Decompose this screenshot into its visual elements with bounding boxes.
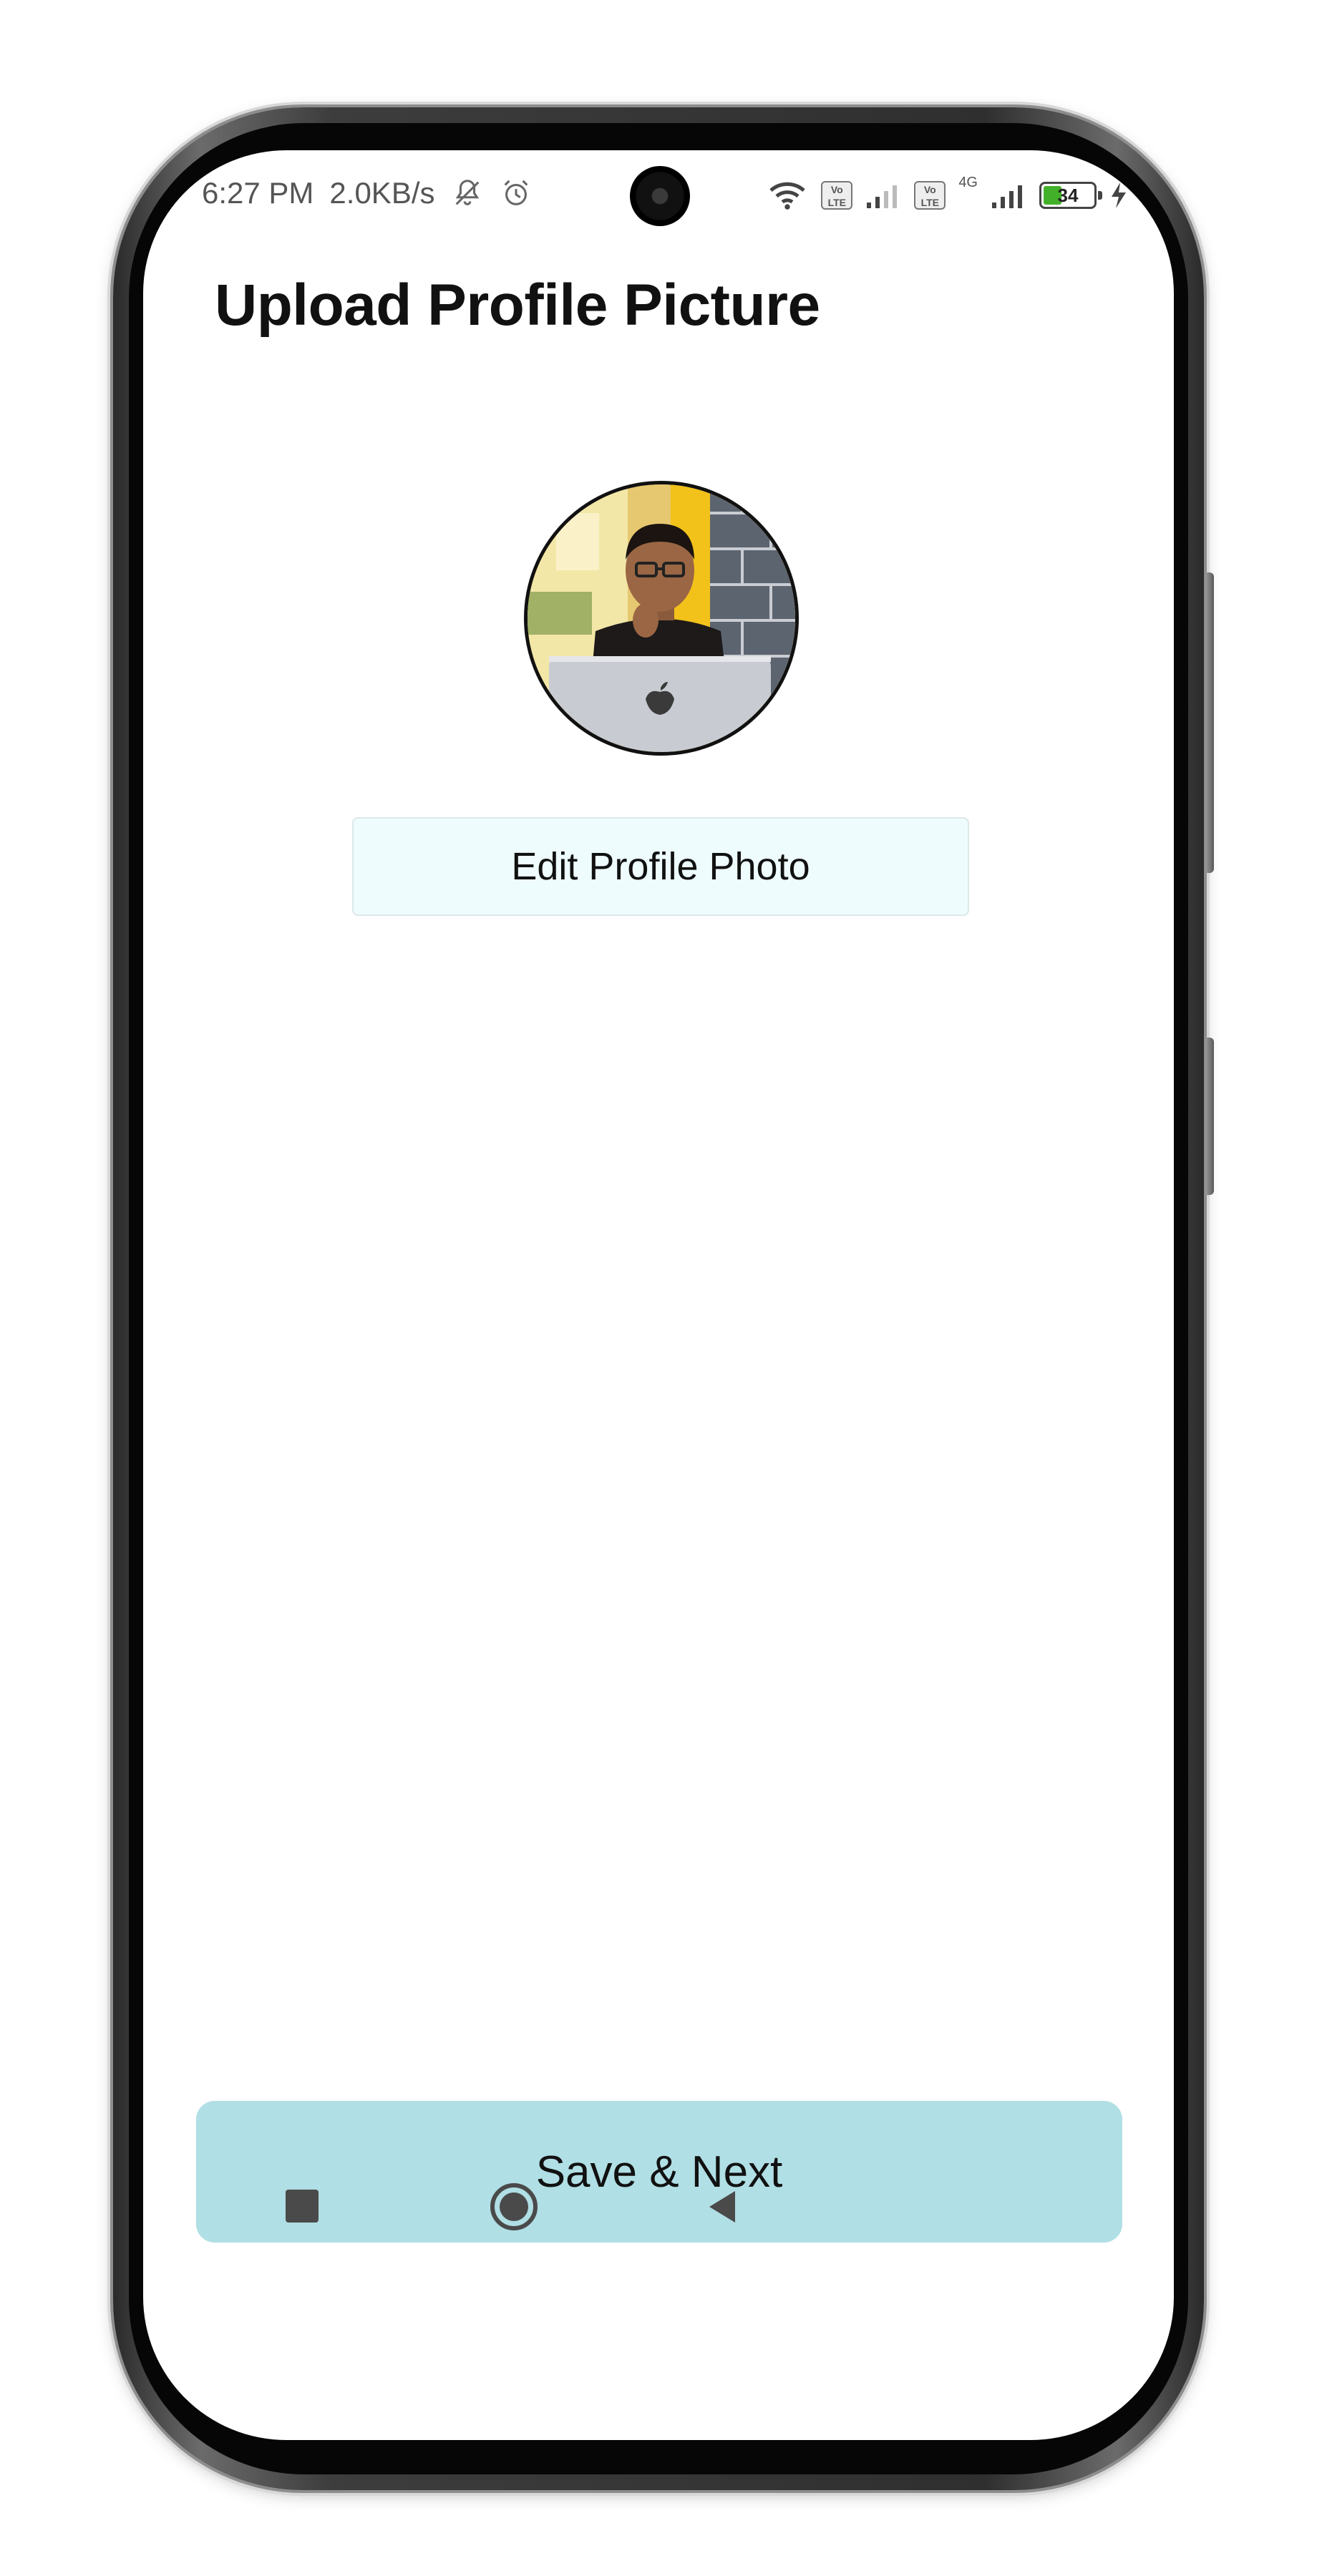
alarm-icon [504, 180, 528, 205]
wifi-icon [769, 182, 805, 210]
status-right: Vo LTE Vo LTE 4G 34 [767, 175, 1128, 212]
network-type-label: 4G [958, 175, 978, 190]
recents-icon[interactable] [286, 2190, 319, 2223]
charging-icon [1112, 182, 1126, 208]
volume-button [1205, 572, 1214, 873]
battery-icon: 34 [1039, 182, 1102, 209]
save-next-button[interactable]: Save & Next [196, 2101, 1122, 2243]
signal-icon [867, 185, 898, 208]
status-bar: 6:27 PM 2.0KB/s Vo LTE Vo LTE 4G 34 [143, 150, 1174, 243]
signal-icon-2 [992, 185, 1022, 208]
status-time: 6:27 PM [202, 176, 314, 210]
status-network-speed: 2.0KB/s [329, 176, 435, 210]
home-icon[interactable] [489, 2182, 539, 2232]
volte-badge-1: Vo LTE [821, 181, 853, 210]
status-left: 6:27 PM 2.0KB/s [202, 176, 533, 210]
screen: 6:27 PM 2.0KB/s Vo LTE Vo LTE 4G 34 Uplo… [143, 150, 1174, 2440]
mute-icon [455, 180, 479, 205]
profile-avatar[interactable] [524, 481, 799, 756]
navigation-bar [143, 2311, 1174, 2440]
profile-photo-image [528, 484, 795, 752]
front-camera [630, 166, 690, 226]
battery-tip [1098, 191, 1102, 200]
edit-profile-photo-button[interactable]: Edit Profile Photo [352, 817, 969, 916]
volte-badge-2: Vo LTE [914, 181, 946, 210]
battery-level: 34 [1057, 185, 1079, 206]
back-icon[interactable] [704, 2188, 741, 2225]
power-button [1205, 1038, 1214, 1195]
page-title: Upload Profile Picture [215, 273, 820, 338]
